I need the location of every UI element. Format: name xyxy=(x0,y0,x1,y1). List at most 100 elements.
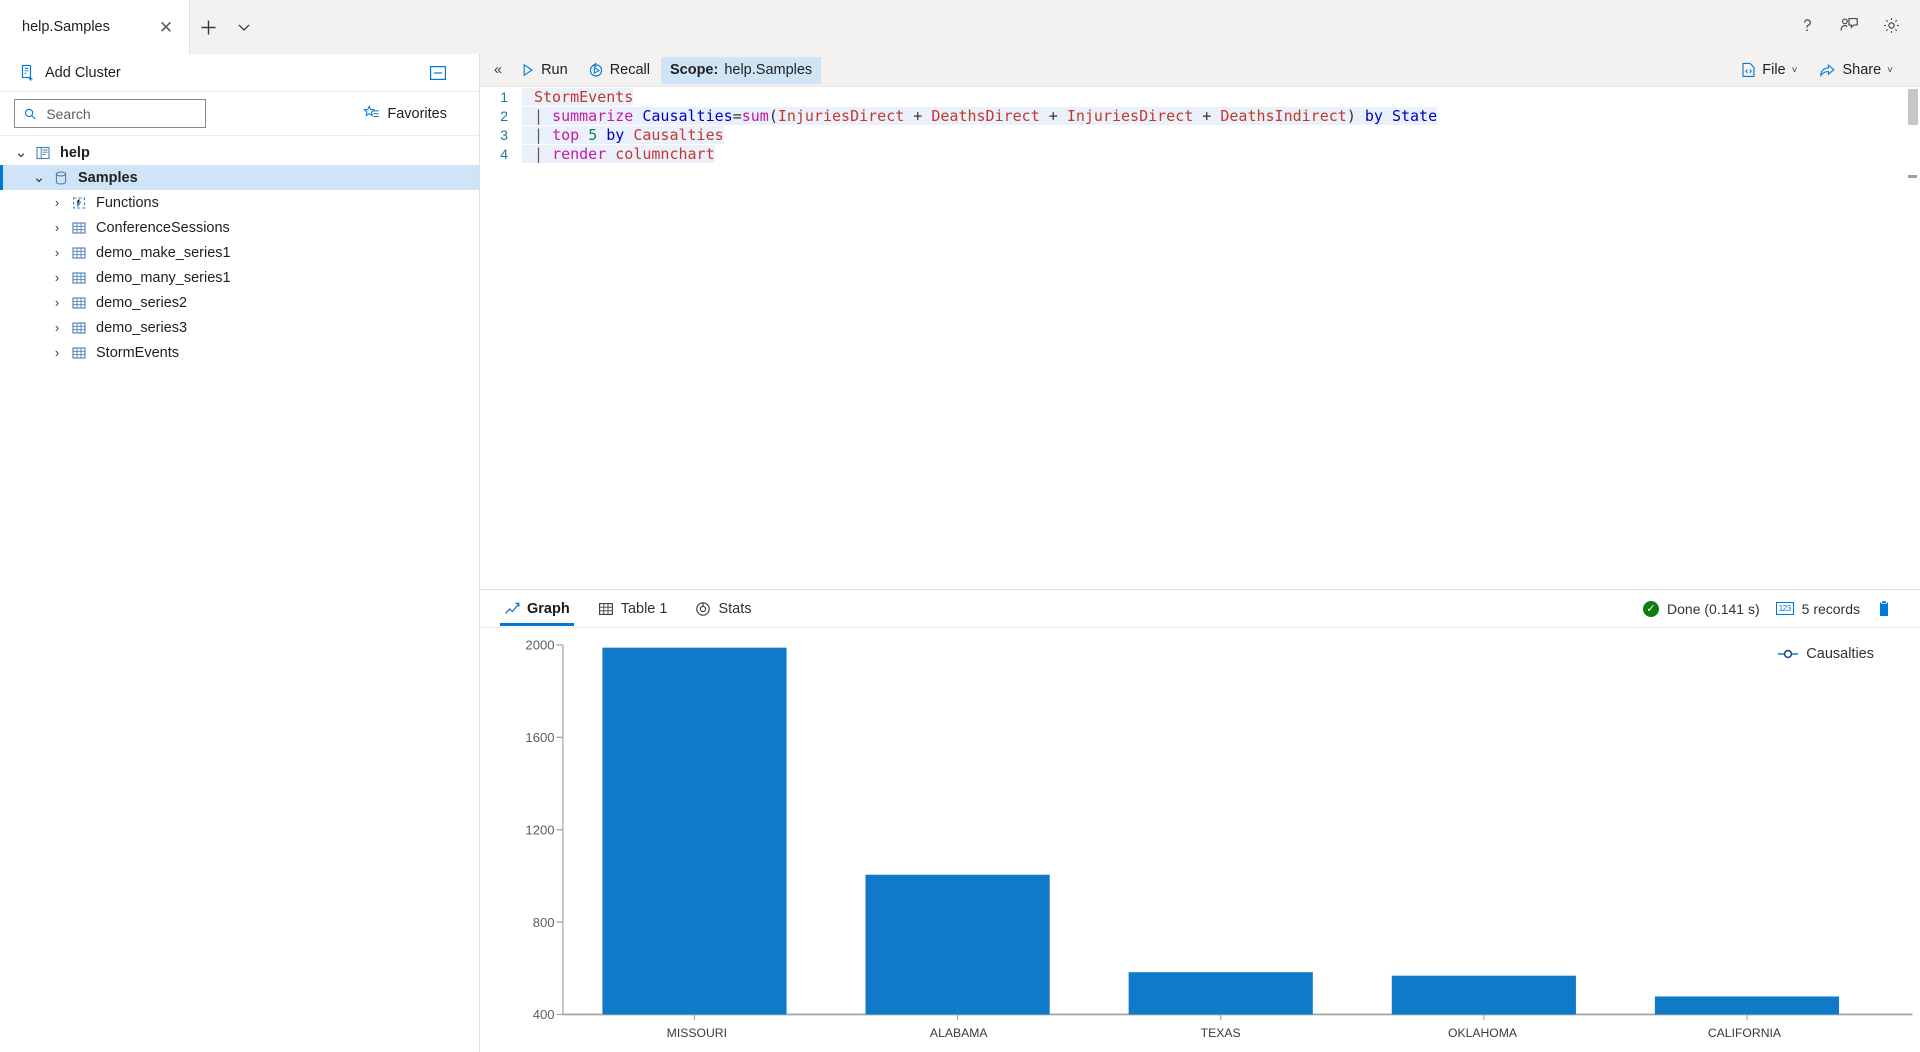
tree-item-functions[interactable]: › Functions xyxy=(0,190,479,215)
file-label: File xyxy=(1762,62,1786,78)
number-icon: 123 xyxy=(1775,602,1794,615)
add-cluster-button[interactable]: Add Cluster xyxy=(14,60,127,85)
chevron-right-icon[interactable]: › xyxy=(46,321,68,334)
code-token: summarize xyxy=(552,106,634,125)
schema-tree[interactable]: ⌄ help ⌄ Samples › Functions › ConferenceSessio… xyxy=(0,136,479,1052)
search-input[interactable] xyxy=(44,104,196,123)
scope-button[interactable]: Scope: help.Samples xyxy=(660,56,822,84)
record-count-text: 5 records xyxy=(1801,600,1860,617)
chevron-right-icon[interactable]: › xyxy=(46,296,68,309)
chevron-down-icon xyxy=(238,24,250,31)
tree-item-label: StormEvents xyxy=(96,344,179,361)
svg-text:800: 800 xyxy=(533,915,555,930)
code-line[interactable]: 2 | summarize Causalties=sum(InjuriesDire… xyxy=(480,106,1920,125)
add-cluster-icon xyxy=(21,64,33,81)
kusto-explorer-app: help.Samples ✕ Add Cluster Search Favori… xyxy=(0,0,1920,1052)
query-toolbar-right: File ˅ Share ˅ xyxy=(1732,57,1914,84)
chevron-down-icon: ˅ xyxy=(1791,64,1798,76)
chevron-right-icon[interactable]: › xyxy=(46,221,68,234)
function-icon xyxy=(73,196,85,209)
run-label: Run xyxy=(541,62,568,78)
code-lines[interactable]: 1 StormEvents 2 | summarize Causalties=sum(… xyxy=(480,87,1920,163)
close-icon[interactable]: ✕ xyxy=(153,14,179,40)
gear-icon xyxy=(1883,17,1899,33)
results-tab-graph[interactable]: Graph xyxy=(494,590,580,628)
collapse-connection-panel-button[interactable]: « xyxy=(486,57,510,84)
chevron-right-icon[interactable]: › xyxy=(46,196,68,209)
search-box[interactable] xyxy=(14,99,206,128)
chevron-right-icon[interactable]: › xyxy=(46,246,68,259)
chevron-down-icon[interactable]: ⌄ xyxy=(10,145,32,160)
table-icon xyxy=(68,320,90,336)
query-editor[interactable]: 1 StormEvents 2 | summarize Causalties=sum(… xyxy=(480,87,1920,589)
column-chart-labels: 400 800 1200 1600 2000 MISSOURI ALABAMA TEXAS OK… xyxy=(525,638,1781,1040)
share-menu-button[interactable]: Share ˅ xyxy=(1810,57,1902,84)
code-token: columnchart xyxy=(615,144,715,163)
recall-button[interactable]: Recall xyxy=(579,57,659,84)
code-token: by xyxy=(597,125,634,144)
svg-text:1600: 1600 xyxy=(525,730,554,745)
query-tab-help-samples[interactable]: help.Samples ✕ xyxy=(0,0,190,54)
new-tab-button[interactable] xyxy=(190,7,226,47)
code-token: State xyxy=(1391,106,1438,125)
tab-strip: help.Samples ✕ xyxy=(0,0,1920,54)
tree-item-help[interactable]: ⌄ help xyxy=(0,140,479,165)
file-menu-button[interactable]: File ˅ xyxy=(1732,57,1806,84)
query-toolbar: « Run Recall Scope: help.Samples File ˅ … xyxy=(480,54,1920,87)
tree-item-demo-series2[interactable]: › demo_series2 xyxy=(0,290,479,315)
code-line[interactable]: 1 StormEvents xyxy=(480,87,1920,106)
settings-gear-icon[interactable] xyxy=(1872,6,1910,44)
editor-scrollbar[interactable] xyxy=(1906,87,1920,589)
table-icon xyxy=(72,221,86,234)
code-token: Causalties xyxy=(642,106,733,125)
chevron-right-icon[interactable]: › xyxy=(46,271,68,284)
scrollbar-thumb[interactable] xyxy=(1908,89,1918,125)
chevron-down-icon[interactable]: ⌄ xyxy=(28,170,50,185)
run-button[interactable]: Run xyxy=(512,57,577,84)
results-tabs: Graph Table 1 Stats ✓ Done (0.141 s) 123 5 rec… xyxy=(480,590,1920,628)
tree-item-conferencesessions[interactable]: › ConferenceSessions xyxy=(0,215,479,240)
tree-item-label: Functions xyxy=(96,194,159,211)
stats-icon xyxy=(696,601,711,616)
table-icon xyxy=(72,296,86,309)
code-text: | render columnchart xyxy=(522,144,715,163)
share-icon xyxy=(1820,64,1836,78)
add-cluster-label: Add Cluster xyxy=(45,64,121,81)
code-token: sum xyxy=(741,106,769,125)
tree-item-samples[interactable]: ⌄ Samples xyxy=(0,165,479,190)
favorites-button[interactable]: Favorites xyxy=(357,101,453,126)
tree-item-label: Samples xyxy=(78,169,138,186)
results-tab-label: Stats xyxy=(718,600,752,617)
results-tab-stats[interactable]: Stats xyxy=(685,590,761,628)
code-line[interactable]: 4 | render columnchart xyxy=(480,144,1920,163)
question-mark-icon xyxy=(1803,18,1811,31)
svg-text:TEXAS: TEXAS xyxy=(1201,1026,1241,1040)
results-tab-label: Graph xyxy=(527,600,570,617)
feedback-icon[interactable] xyxy=(1830,6,1868,44)
tree-item-demo-many-series1[interactable]: › demo_many_series1 xyxy=(0,265,479,290)
tree-item-demo-make-series1[interactable]: › demo_make_series1 xyxy=(0,240,479,265)
cluster-icon xyxy=(36,146,50,159)
help-icon[interactable] xyxy=(1788,6,1826,44)
code-line[interactable]: 3 | top 5 by Causalties xyxy=(480,125,1920,144)
results-tab-label: Table 1 xyxy=(620,600,668,617)
editor-overview-marker xyxy=(1908,175,1917,178)
search-row: Favorites xyxy=(0,92,479,136)
recall-icon xyxy=(589,62,602,77)
svg-text:400: 400 xyxy=(533,1007,555,1022)
code-text: StormEvents xyxy=(522,87,634,106)
function-icon xyxy=(68,195,90,211)
recall-label: Recall xyxy=(609,62,650,78)
code-token: + xyxy=(1193,106,1221,125)
tree-item-demo-series3[interactable]: › demo_series3 xyxy=(0,315,479,340)
tree-item-stormevents[interactable]: › StormEvents xyxy=(0,340,479,365)
search-icon xyxy=(24,108,36,120)
line-number: 2 xyxy=(500,107,508,124)
code-token: top xyxy=(552,125,580,144)
copy-to-clipboard-icon[interactable] xyxy=(1876,599,1892,618)
collapse-panel-button[interactable] xyxy=(423,58,453,88)
chevron-right-icon[interactable]: › xyxy=(46,346,68,359)
tab-list-dropdown-button[interactable] xyxy=(226,7,262,47)
results-tab-table-1[interactable]: Table 1 xyxy=(588,590,678,628)
